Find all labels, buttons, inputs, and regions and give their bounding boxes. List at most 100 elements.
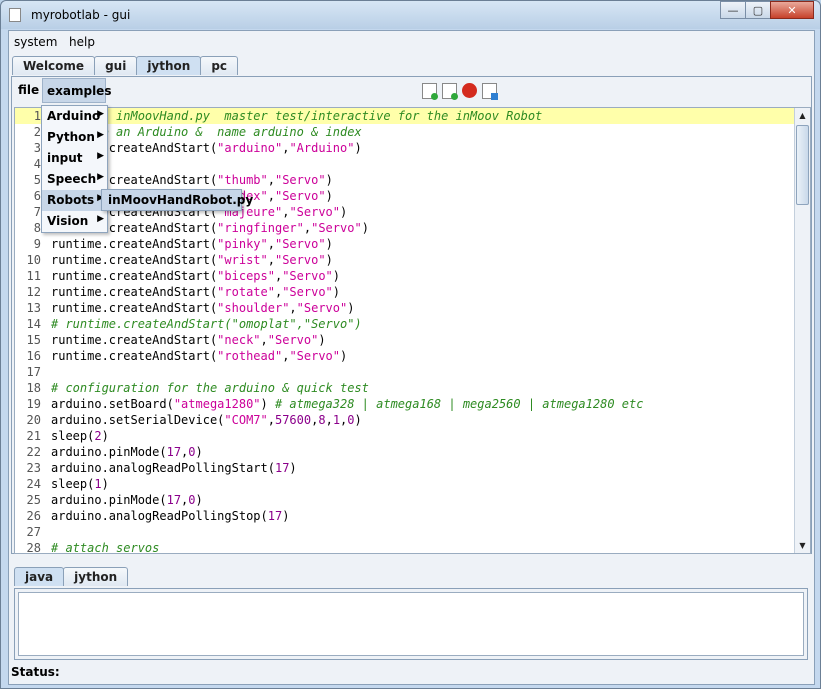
code-token: 1	[94, 477, 102, 491]
code-line[interactable]: 13 runtime.createAndStart("shoulder","Ser…	[15, 300, 795, 316]
code-line[interactable]: 25 arduino.pinMode(17,0)	[15, 492, 795, 508]
line-number: 7	[33, 205, 41, 219]
line-number: 25	[26, 493, 41, 507]
code-token: "Arduino"	[289, 141, 355, 155]
menu-help[interactable]: help	[69, 35, 95, 49]
code-line[interactable]: 20 arduino.setSerialDevice("COM7",57600,8…	[15, 412, 795, 428]
code-line[interactable]: 16 runtime.createAndStart("rothead","Serv…	[15, 348, 795, 364]
code-token: runtime.createAndStart(	[51, 253, 218, 267]
scroll-thumb[interactable]	[796, 125, 809, 205]
code-token: )	[354, 141, 362, 155]
code-token: ,	[289, 301, 297, 315]
code-text: # attach servos	[51, 540, 159, 553]
menu-item-vision[interactable]: Vision ▶	[42, 211, 107, 232]
menu-system[interactable]: system	[14, 35, 57, 49]
code-token: ,	[260, 333, 268, 347]
code-token: )	[289, 461, 297, 475]
code-line[interactable]: 9 runtime.createAndStart("pinky","Servo")	[15, 236, 795, 252]
code-token: )	[347, 301, 355, 315]
code-line[interactable]: 8 runtime.createAndStart("ringfinger","Se…	[15, 220, 795, 236]
code-token: runtime.createAndStart(	[51, 285, 218, 299]
minimize-button[interactable]: —	[720, 1, 746, 19]
maximize-button[interactable]: ▢	[745, 1, 771, 19]
code-line[interactable]: 24 sleep(1)	[15, 476, 795, 492]
code-token: )	[361, 221, 369, 235]
code-token: )	[195, 445, 203, 459]
code-token: runtime.createAndStart(	[51, 237, 218, 251]
menu-item-speech[interactable]: Speech ▶	[42, 169, 107, 190]
code-line[interactable]: 14 # runtime.createAndStart("omoplat","Se…	[15, 316, 795, 332]
code-text: runtime.createAndStart("biceps","Servo")	[51, 268, 340, 284]
code-token: )	[325, 173, 333, 187]
line-number: 9	[33, 237, 41, 251]
code-token: 0	[188, 445, 196, 459]
code-line[interactable]: 28 # attach servos	[15, 540, 795, 553]
close-button[interactable]: ✕	[770, 1, 814, 19]
code-editor[interactable]: 1 # file : inMoovHand.py master test/inte…	[14, 107, 811, 554]
menu-item-label: Speech	[47, 172, 97, 186]
code-line[interactable]: 23 arduino.analogReadPollingStart(17)	[15, 460, 795, 476]
code-line[interactable]: 26 arduino.analogReadPollingStop(17)	[15, 508, 795, 524]
code-text: arduino.pinMode(17,0)	[51, 444, 203, 460]
scroll-up-icon[interactable]: ▲	[795, 108, 810, 123]
code-line[interactable]: 11 runtime.createAndStart("biceps","Servo…	[15, 268, 795, 284]
code-token: )	[260, 397, 275, 411]
record-icon[interactable]	[462, 83, 477, 98]
line-number: 23	[26, 461, 41, 475]
code-token: "Servo"	[282, 285, 333, 299]
menu-item-arduino[interactable]: Arduino ▶	[42, 106, 107, 127]
submenu-item-inmoovhandrobot[interactable]: inMoovHandRobot.py	[101, 189, 253, 211]
tab-gui[interactable]: gui	[94, 56, 138, 75]
code-line[interactable]: 15 runtime.createAndStart("neck","Servo")	[15, 332, 795, 348]
code-line[interactable]: 17	[15, 364, 795, 380]
code-token: "arduino"	[217, 141, 283, 155]
code-token: "Servo"	[296, 301, 348, 315]
code-line[interactable]: 19 arduino.setBoard("atmega1280") # atmeg…	[15, 396, 795, 412]
tab-jython-output[interactable]: jython	[63, 567, 129, 586]
menu-file[interactable]: file	[13, 79, 39, 101]
code-line[interactable]: 2 # create an Arduino & name arduino & in…	[15, 124, 795, 140]
new-file-icon[interactable]	[422, 83, 438, 100]
code-token: )	[332, 269, 341, 283]
scroll-down-icon[interactable]: ▼	[795, 538, 810, 553]
line-number: 15	[26, 333, 41, 347]
tab-java[interactable]: java	[14, 567, 65, 586]
code-text: arduino.pinMode(17,0)	[51, 492, 203, 508]
menu-examples[interactable]: examples	[42, 78, 111, 103]
tab-pc[interactable]: pc	[200, 56, 239, 75]
output-console[interactable]	[18, 592, 804, 656]
code-token: arduino.analogReadPollingStart(	[51, 461, 275, 475]
vertical-scrollbar[interactable]: ▲ ▼	[794, 108, 810, 553]
title-bar[interactable]: myrobotlab - gui — ▢ ✕	[1, 1, 820, 29]
code-line[interactable]: 4	[15, 156, 795, 172]
code-token: arduino.pinMode(	[51, 493, 167, 507]
menu-item-robots[interactable]: Robots▶	[42, 190, 107, 211]
code-line[interactable]: 1 # file : inMoovHand.py master test/inte…	[15, 108, 795, 124]
code-line[interactable]: 18 # configuration for the arduino & quic…	[15, 380, 795, 396]
save-icon[interactable]	[482, 83, 498, 100]
code-token: "Servo"	[267, 333, 319, 347]
code-line[interactable]: 22 arduino.pinMode(17,0)	[15, 444, 795, 460]
code-token: )	[318, 333, 326, 347]
submenu-arrow-icon: ▶	[97, 151, 104, 161]
code-token: )	[354, 413, 362, 427]
code-lines: 1 # file : inMoovHand.py master test/inte…	[15, 108, 795, 553]
open-file-icon[interactable]	[442, 83, 458, 100]
menu-item-input[interactable]: input ▶	[42, 148, 107, 169]
code-line[interactable]: 10 runtime.createAndStart("wrist","Servo"…	[15, 252, 795, 268]
examples-dropdown: Arduino▶ Python▶ input▶ Speech▶ Robots▶ …	[41, 105, 108, 233]
code-token: # runtime.createAndStart("omoplat","Serv…	[51, 317, 362, 331]
code-token: ,	[267, 237, 275, 251]
code-token: arduino.setBoard(	[51, 397, 174, 411]
code-line[interactable]: 21 sleep(2)	[15, 428, 795, 444]
tab-jython[interactable]: jython	[136, 56, 202, 75]
code-line[interactable]: 12 runtime.createAndStart("rotate","Servo…	[15, 284, 795, 300]
code-token: "Servo"	[282, 269, 333, 283]
code-line[interactable]: 27	[15, 524, 795, 540]
tab-welcome[interactable]: Welcome	[12, 56, 96, 75]
code-text: arduino.analogReadPollingStart(17)	[51, 460, 297, 476]
code-line[interactable]: 5 runtime.createAndStart("thumb","Servo")	[15, 172, 795, 188]
code-line[interactable]: 3 runtime.createAndStart("arduino","Ardui…	[15, 140, 795, 156]
line-number: 26	[26, 509, 41, 523]
menu-item-python[interactable]: Python ▶	[42, 127, 107, 148]
